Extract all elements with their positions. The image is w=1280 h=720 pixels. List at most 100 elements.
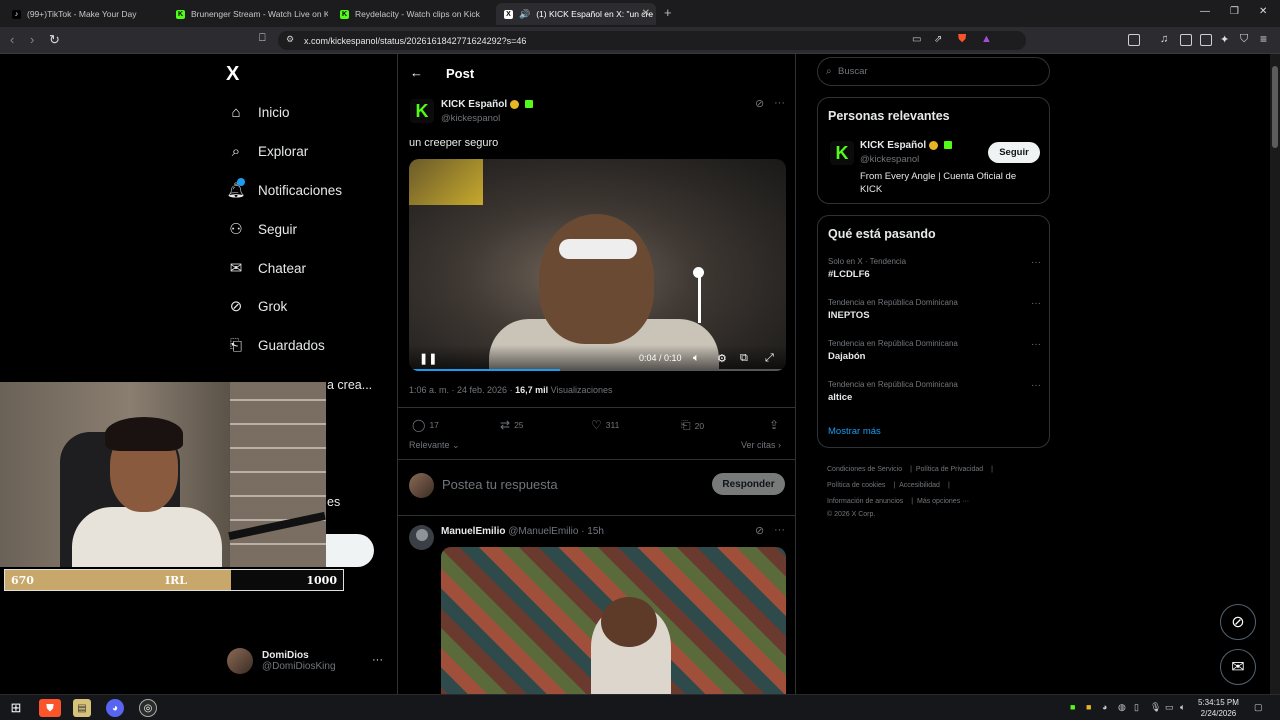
footer-link[interactable]: Información de anuncios <box>827 498 903 505</box>
restore-icon[interactable]: ❐ <box>1230 6 1239 17</box>
reply-avatar[interactable] <box>409 525 434 550</box>
video-player[interactable]: ❚❚ 0:04 / 0:10 🔈︎ ⚙ ⧉ ⤢ <box>409 159 786 371</box>
back-arrow-icon[interactable]: ← <box>410 65 423 80</box>
reader-icon[interactable] <box>1180 34 1192 46</box>
footer-link[interactable]: Política de cookies <box>827 482 885 489</box>
file-explorer-icon[interactable]: ▤ <box>73 699 91 717</box>
trend-item[interactable]: Tendencia en República Dominicana altice… <box>828 380 1043 403</box>
relevant-name[interactable]: KICK Español <box>860 140 926 151</box>
nav-item-explore[interactable]: ⌕ Explorar <box>227 142 308 160</box>
search-input[interactable]: Buscar <box>817 57 1050 86</box>
footer-link[interactable]: Política de Privacidad <box>916 466 983 473</box>
follow-button[interactable]: Seguir <box>988 142 1040 163</box>
nav-item-chat[interactable]: ✉ Chatear <box>227 259 306 277</box>
account-switcher[interactable]: DomiDios @DomiDiosKing ··· <box>227 648 383 674</box>
share-icon[interactable]: ⇗ <box>934 34 942 45</box>
trend-item[interactable]: Tendencia en República Dominicana Dajabó… <box>828 339 1043 362</box>
music-icon[interactable]: ♫ <box>1160 33 1168 45</box>
tab-brunenger[interactable]: K Brunenger Stream - Watch Live on Ki <box>168 3 328 25</box>
notification-icon[interactable]: ▢ <box>1254 702 1263 713</box>
nav-item-follow[interactable]: ⚇ Seguir <box>227 220 297 238</box>
brave-browser-icon[interactable]: ⛊ <box>39 699 61 717</box>
view-quotes-link[interactable]: Ver citas › <box>741 440 781 450</box>
more-icon[interactable]: ··· <box>1031 380 1041 391</box>
tray-app-icon[interactable]: ■ <box>1086 702 1091 712</box>
cast-icon[interactable]: ▭ <box>912 34 921 45</box>
discord-tray-icon[interactable]: ◕ <box>1102 702 1107 712</box>
settings-icon[interactable]: ⚙ <box>717 352 727 365</box>
bookmark-icon[interactable]: ⎕ <box>259 32 266 45</box>
grok-icon[interactable]: ⊘ <box>755 97 764 110</box>
usb-icon[interactable]: ▯ <box>1134 702 1139 713</box>
nav-item-notifications[interactable]: 🔔︎ Notificaciones <box>226 178 342 199</box>
leo-ai-icon[interactable]: ✦ <box>1220 33 1229 46</box>
x-logo[interactable]: X <box>226 63 239 86</box>
sidebar-toggle-icon[interactable] <box>1128 34 1140 46</box>
tab-reydelacity[interactable]: K Reydelacity - Watch clips on Kick <box>332 3 492 25</box>
tray-app-icon[interactable]: ◍ <box>1118 702 1126 713</box>
system-clock[interactable]: 5:34:15 PM 2/24/2026 <box>1198 697 1239 719</box>
nav-item-bookmarks[interactable]: ⎗ Guardados <box>227 336 325 354</box>
author-handle[interactable]: @kickespanol <box>441 113 533 124</box>
site-settings-icon[interactable]: ⚙ <box>286 34 294 45</box>
minimize-icon[interactable]: — <box>1200 6 1210 17</box>
more-icon[interactable]: ··· <box>372 654 383 666</box>
reply-media[interactable] <box>441 547 786 694</box>
tray-app-icon[interactable]: ■ <box>1070 702 1075 712</box>
volume-icon[interactable]: 🔈︎ <box>693 352 700 365</box>
pip-icon[interactable]: ⧉ <box>740 352 748 365</box>
show-more-link[interactable]: Mostrar más <box>828 426 881 437</box>
more-icon[interactable]: ··· <box>1031 298 1041 309</box>
more-icon[interactable]: ··· <box>774 97 785 109</box>
brave-shield-icon[interactable]: ⛊ <box>958 33 966 46</box>
menu-icon[interactable]: ≡ <box>1260 32 1267 46</box>
rewards-icon[interactable]: ▲ <box>981 33 992 45</box>
tab-x-post[interactable]: X 🔊 (1) KICK Español en X: "un cre ✕ <box>496 3 656 25</box>
reply-button[interactable]: ◯ 17 <box>412 418 439 432</box>
messages-fab-button[interactable]: ✉ <box>1220 649 1256 685</box>
footer-link[interactable]: Condiciones de Servicio <box>827 466 902 473</box>
grok-fab-button[interactable]: ⊘ <box>1220 604 1256 640</box>
footer-link[interactable]: Accesibilidad <box>899 482 940 489</box>
more-icon[interactable]: ··· <box>1031 339 1041 350</box>
back-icon[interactable]: ‹ <box>10 32 14 47</box>
nav-partial-label[interactable]: es <box>327 495 340 509</box>
fullscreen-icon[interactable]: ⤢ <box>765 352 774 365</box>
more-icon[interactable]: ··· <box>1031 257 1041 268</box>
forward-icon[interactable]: › <box>30 32 34 47</box>
window-close-icon[interactable]: ✕ <box>1259 6 1267 17</box>
like-button[interactable]: ♡ 311 <box>591 418 619 432</box>
nav-item-grok[interactable]: ⊘ Grok <box>227 297 288 315</box>
volume-slider-track[interactable] <box>698 273 701 323</box>
sort-dropdown[interactable]: Relevante ⌄ <box>409 440 460 451</box>
post-button-partial[interactable] <box>326 534 374 567</box>
scrollbar-thumb[interactable] <box>1272 66 1278 148</box>
share-button[interactable]: ⇪ <box>769 418 779 432</box>
relevant-handle[interactable]: @kickespanol <box>860 154 952 165</box>
repost-button[interactable]: ⇄ 25 <box>500 418 524 432</box>
nav-partial-label[interactable]: a crea... <box>327 378 372 392</box>
footer-link[interactable]: Más opciones ··· <box>917 498 969 505</box>
network-icon[interactable]: ▭ <box>1165 702 1174 713</box>
trend-item[interactable]: Tendencia en República Dominicana INEPTO… <box>828 298 1043 321</box>
author-name[interactable]: KICK Español <box>441 99 507 110</box>
obs-icon[interactable]: ◎ <box>139 699 157 717</box>
page-scrollbar[interactable] <box>1270 54 1280 694</box>
pause-icon[interactable]: ❚❚ <box>419 352 437 365</box>
video-progress-bar[interactable] <box>409 369 786 371</box>
speaker-icon[interactable]: 🔈︎ <box>1180 702 1185 713</box>
relevant-avatar[interactable]: K <box>830 141 854 165</box>
new-tab-button[interactable]: + <box>664 5 672 20</box>
grok-icon[interactable]: ⊘ <box>755 524 764 537</box>
wallet-icon[interactable] <box>1200 34 1212 46</box>
bookmark-button[interactable]: ⎗ 20 <box>681 418 704 433</box>
trend-item[interactable]: Solo en X · Tendencia #LCDLF6 ··· <box>828 257 1043 280</box>
close-icon[interactable]: ✕ <box>642 8 650 19</box>
discord-icon[interactable]: ◕ <box>106 699 124 717</box>
mic-icon[interactable]: 🎙︎ <box>1150 702 1161 713</box>
tab-tiktok[interactable]: ♪ (99+)TikTok - Make Your Day <box>4 3 166 25</box>
reply-author-handle[interactable]: @ManuelEmilio <box>508 526 578 537</box>
windows-start-icon[interactable]: ⊞ <box>7 699 25 717</box>
nav-item-home[interactable]: ⌂ Inicio <box>227 103 289 121</box>
vpn-icon[interactable]: ⛉ <box>1240 33 1248 46</box>
